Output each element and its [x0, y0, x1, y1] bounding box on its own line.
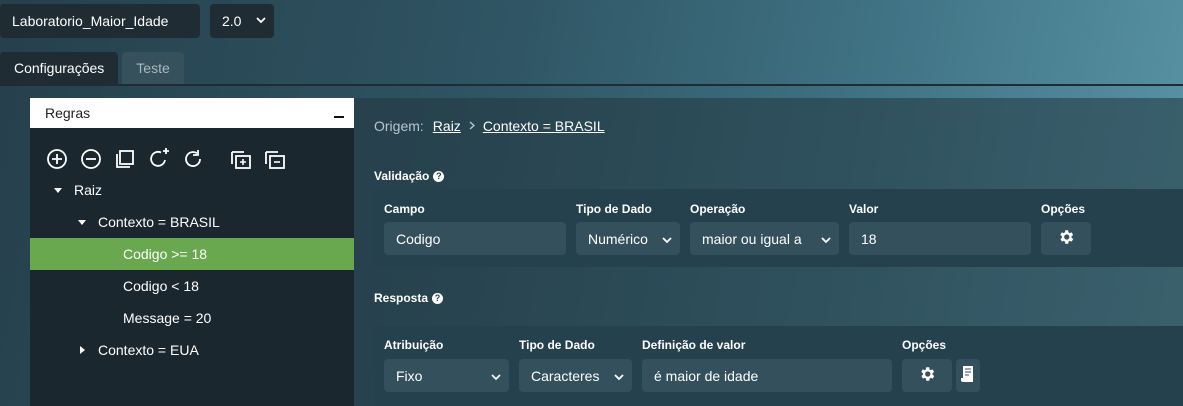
gear-icon: [1057, 228, 1075, 249]
operacao-value: maior ou igual a: [702, 230, 802, 247]
minus-icon: [334, 116, 344, 118]
scroll-icon: [960, 365, 976, 386]
label-atribuicao: Atribuição: [384, 338, 444, 352]
resposta-title-text: Resposta: [374, 291, 429, 305]
atribuicao-select[interactable]: Fixo: [384, 359, 509, 392]
tree-item-label: Message = 20: [123, 310, 212, 326]
validacao-title-text: Validação: [374, 169, 430, 183]
remove-layers-icon[interactable]: [264, 148, 286, 170]
valor-input[interactable]: 18: [849, 222, 1031, 255]
tab-bar: Configurações Teste: [0, 52, 184, 84]
remove-circle-icon[interactable]: [80, 148, 102, 170]
tab-configuracoes[interactable]: Configurações: [0, 52, 119, 84]
top-bar: Laboratorio_Maior_Idade 2.0: [0, 4, 274, 38]
atribuicao-value: Fixo: [396, 367, 423, 384]
label-tipo-dado: Tipo de Dado: [576, 202, 652, 216]
rules-header: Regras: [30, 98, 354, 128]
label-opcoes: Opções: [902, 338, 947, 352]
tab-teste[interactable]: Teste: [122, 52, 184, 84]
add-circle-icon[interactable]: [46, 148, 68, 170]
refresh-icon[interactable]: [182, 148, 204, 170]
label-definicao: Definição de valor: [642, 338, 746, 352]
rules-toolbar: [30, 144, 354, 174]
rules-panel: Regras Raiz Contexto = BRASIL Codigo >= …: [30, 98, 354, 406]
options-button[interactable]: [902, 359, 952, 392]
tree-item-label: Raiz: [74, 182, 103, 198]
caret-right-icon[interactable]: [80, 346, 85, 354]
chevron-down-icon: [662, 231, 672, 247]
label-operacao: Operação: [690, 202, 746, 216]
rules-title: Regras: [45, 105, 91, 121]
resposta-title: Resposta ?: [374, 291, 444, 305]
tree-item-contexto-eua[interactable]: Contexto = EUA: [30, 334, 354, 366]
tree-item-label: Contexto = EUA: [98, 342, 199, 358]
label-valor: Valor: [849, 202, 879, 216]
tree-item-message-20[interactable]: Message = 20: [30, 302, 354, 334]
tree-item-contexto-brasil[interactable]: Contexto = BRASIL: [30, 206, 354, 238]
copy-icon[interactable]: [114, 148, 136, 170]
tree-item-codigo-gte-18[interactable]: Codigo >= 18: [30, 238, 354, 270]
tab-divider: [0, 84, 1183, 86]
resposta-box: Atribuição Tipo de Dado Definição de val…: [374, 326, 1183, 406]
validacao-box: Campo Tipo de Dado Operação Valor Opções…: [374, 189, 1183, 267]
rules-tree: Raiz Contexto = BRASIL Codigo >= 18 Codi…: [30, 174, 354, 366]
tree-item-raiz[interactable]: Raiz: [30, 174, 354, 206]
campo-value: Codigo: [396, 230, 441, 247]
tipo-dado-select[interactable]: Numérico: [576, 222, 680, 255]
help-icon[interactable]: ?: [432, 292, 444, 304]
breadcrumb-link-raiz[interactable]: Raiz: [433, 118, 461, 134]
definicao-value: é maior de idade: [654, 367, 759, 384]
options-button[interactable]: [1041, 222, 1091, 255]
tree-item-label: Codigo >= 18: [123, 246, 208, 262]
tree-item-codigo-lt-18[interactable]: Codigo < 18: [30, 270, 354, 302]
label-tipo-dado: Tipo de Dado: [519, 338, 595, 352]
definicao-input[interactable]: é maior de idade: [642, 359, 892, 392]
chevron-down-icon: [256, 15, 266, 27]
tipo-dado-value: Caracteres: [531, 367, 600, 384]
version-select[interactable]: 2.0: [210, 4, 274, 38]
rule-editor: Origem: Raiz Contexto = BRASIL Validação…: [354, 98, 1183, 406]
caret-down-icon[interactable]: [78, 219, 86, 225]
help-icon[interactable]: ?: [433, 170, 445, 182]
breadcrumb: Origem: Raiz Contexto = BRASIL: [374, 118, 605, 134]
script-button[interactable]: [956, 359, 980, 392]
validacao-title: Validação ?: [374, 169, 445, 183]
label-campo: Campo: [384, 202, 425, 216]
chevron-right-icon: [469, 119, 475, 133]
gear-icon: [918, 365, 936, 386]
collapse-button[interactable]: [334, 105, 344, 121]
tipo-dado-select[interactable]: Caracteres: [519, 359, 632, 392]
project-select[interactable]: Laboratorio_Maior_Idade: [0, 4, 200, 38]
add-rotate-icon[interactable]: [148, 148, 170, 170]
chevron-down-icon: [821, 231, 831, 247]
caret-down-icon[interactable]: [54, 187, 62, 193]
label-opcoes: Opções: [1041, 202, 1086, 216]
chevron-down-icon: [491, 368, 501, 384]
campo-input[interactable]: Codigo: [384, 222, 566, 255]
breadcrumb-link-contexto[interactable]: Contexto = BRASIL: [483, 118, 605, 134]
add-layers-icon[interactable]: [230, 148, 252, 170]
tree-item-label: Codigo < 18: [123, 278, 199, 294]
tipo-dado-value: Numérico: [588, 230, 648, 247]
breadcrumb-prefix: Origem:: [374, 118, 424, 134]
version-value: 2.0: [222, 13, 242, 29]
operacao-select[interactable]: maior ou igual a: [690, 222, 839, 255]
tree-item-label: Contexto = BRASIL: [98, 214, 220, 230]
valor-value: 18: [861, 230, 877, 247]
chevron-down-icon: [614, 368, 624, 384]
